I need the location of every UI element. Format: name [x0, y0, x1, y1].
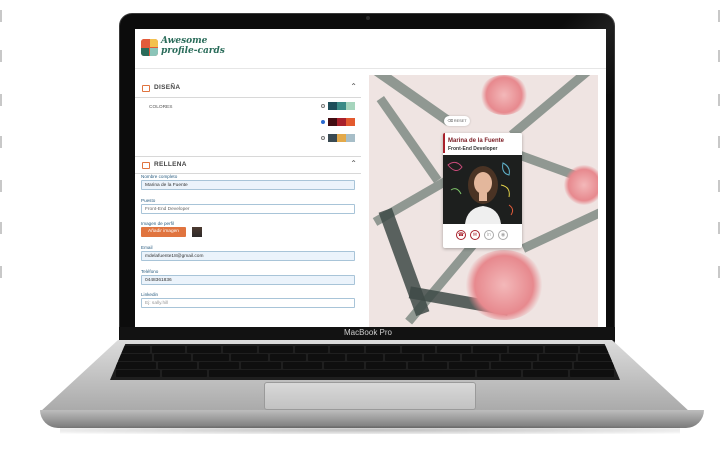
logo-text[interactable]: Awesome profile-cards [161, 36, 225, 56]
palm-leaf-decoration [521, 206, 598, 253]
laptop-screen: Awesome profile-cards DISEÑA ⌃ COLORES R… [135, 29, 606, 327]
logo-line-2: profile-cards [161, 46, 225, 56]
decor-dash [718, 10, 720, 22]
profile-card: Marina de la Fuente Front-End Developer [443, 133, 522, 248]
decor-dash [0, 10, 2, 22]
swatch [346, 118, 355, 126]
email-field[interactable]: mdelafuente18@gmail.com [141, 251, 355, 261]
decor-dash [0, 266, 2, 278]
name-field[interactable]: Marina de la Fuente [141, 180, 355, 190]
reset-button[interactable]: ⌫ RESET [444, 116, 470, 126]
swatch [328, 134, 337, 142]
laptop-shadow [60, 426, 680, 434]
name-label: Nombre completo [141, 174, 178, 179]
swatch [346, 134, 355, 142]
swatch [337, 134, 346, 142]
palm-leaf-decoration [378, 207, 430, 317]
decor-dash [718, 136, 720, 148]
swatch [328, 102, 337, 110]
app-header: Awesome profile-cards [135, 29, 606, 69]
laptop-mockup: Awesome profile-cards DISEÑA ⌃ COLORES R… [0, 0, 728, 460]
swatch [337, 102, 346, 110]
decor-dash [0, 94, 2, 106]
fill-section-header[interactable]: RELLENA ⌃ [135, 156, 361, 174]
decor-dash [718, 94, 720, 106]
palette-icon [142, 85, 150, 92]
card-photo [443, 155, 522, 224]
card-preview-area: ⌫ RESET Marina de la Fuente Front-End De… [369, 75, 598, 327]
email-label: Email [141, 245, 153, 250]
card-name: Marina de la Fuente [448, 138, 505, 144]
form-panel: DISEÑA ⌃ COLORES RELLENA ⌃ Nombre comple… [135, 70, 369, 327]
github-icon[interactable]: ◉ [498, 230, 508, 240]
phone-field[interactable]: 0448361836 [141, 275, 355, 285]
touchpad [264, 382, 476, 410]
job-label: Puesto [141, 198, 156, 203]
palette-radio-3[interactable] [321, 136, 325, 140]
phone-label: Teléfono [141, 269, 159, 274]
camera-icon [366, 16, 370, 20]
card-job: Front-End Developer [448, 146, 498, 152]
card-social-icons: ☎ ✉ in ◉ [456, 230, 508, 240]
decor-dash [718, 180, 720, 192]
linkedin-field[interactable]: Ej: sally.hill [141, 298, 355, 308]
linkedin-icon[interactable]: in [484, 230, 494, 240]
palette-option-1[interactable] [321, 102, 355, 110]
profile-thumbnail [192, 227, 202, 237]
fill-section-title: RELLENA [154, 161, 187, 168]
email-icon[interactable]: ✉ [470, 230, 480, 240]
palette-option-3[interactable] [321, 134, 355, 142]
logo-line-1: Awesome [161, 36, 208, 46]
image-label: Imagen de perfil [141, 221, 174, 226]
swatch [346, 102, 355, 110]
job-field[interactable]: Front-End Developer [141, 204, 355, 214]
flower-decoration [464, 250, 544, 320]
swatch [337, 118, 346, 126]
decor-dash [0, 222, 2, 234]
chevron-up-icon[interactable]: ⌃ [350, 159, 357, 168]
laptop-brand: MacBook Pro [343, 328, 393, 337]
keyboard [110, 344, 620, 380]
decor-dash [0, 136, 2, 148]
add-image-button[interactable]: Añadir imagen [141, 227, 186, 237]
keyboard-icon [142, 162, 150, 169]
decor-dash [718, 266, 720, 278]
decor-dash [718, 50, 720, 62]
flower-decoration [564, 165, 598, 205]
chevron-up-icon[interactable]: ⌃ [350, 82, 357, 91]
phone-icon[interactable]: ☎ [456, 230, 466, 240]
colors-label: COLORES [149, 105, 173, 110]
flower-decoration [479, 75, 529, 115]
swatch [328, 118, 337, 126]
card-accent-bar [443, 133, 445, 153]
logo-icon[interactable] [141, 39, 158, 56]
design-section-header[interactable]: DISEÑA ⌃ [135, 80, 361, 98]
profile-photo [443, 155, 522, 224]
decor-dash [0, 180, 2, 192]
decor-dash [0, 50, 2, 62]
design-section-title: DISEÑA [154, 84, 181, 91]
reset-label: RESET [453, 119, 467, 123]
palette-radio-1[interactable] [321, 104, 325, 108]
palette-radio-2[interactable] [321, 120, 325, 124]
decor-dash [718, 222, 720, 234]
palette-option-2[interactable] [321, 118, 355, 126]
linkedin-label: Linkedin [141, 292, 159, 297]
